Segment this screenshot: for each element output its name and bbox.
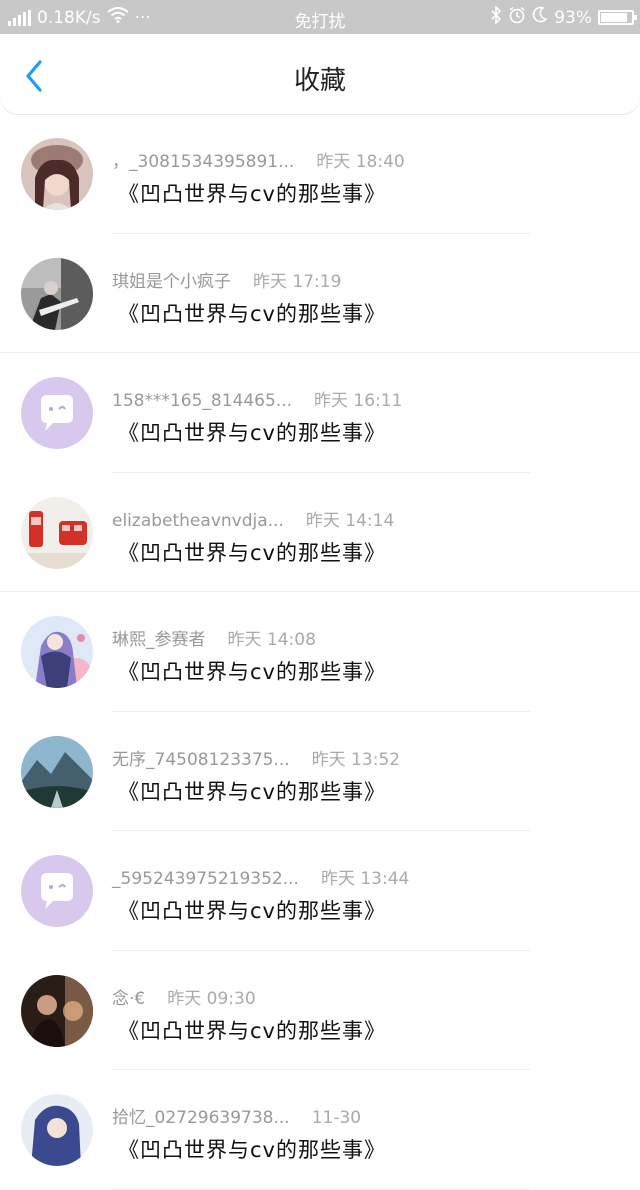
timestamp: 昨天 13:44	[320, 869, 410, 889]
list-item[interactable]: elizabetheavnvdja... 昨天 14:14 《凹凸世界与cv的那些…	[0, 473, 640, 593]
username: 无序_74508123375...	[112, 749, 290, 770]
list-item[interactable]: _595243975219352... 昨天 13:44 《凹凸世界与cv的那些事…	[0, 831, 640, 951]
item-meta: 念·€ 昨天 09:30	[112, 984, 256, 1009]
list-item[interactable]: 念·€ 昨天 09:30 《凹凸世界与cv的那些事》	[0, 951, 640, 1071]
username: 拾忆_02729639738...	[112, 1108, 290, 1128]
book-title[interactable]: 《凹凸世界与cv的那些事》	[118, 537, 386, 567]
item-meta: _595243975219352... 昨天 13:44	[112, 864, 409, 889]
avatar[interactable]	[21, 496, 93, 569]
header-bar: 收藏	[0, 34, 640, 114]
book-title[interactable]: 《凹凸世界与cv的那些事》	[118, 776, 386, 806]
page-title: 收藏	[293, 66, 346, 96]
item-meta: ，_3081534395891... 昨天 18:40	[112, 147, 405, 172]
status-bar: 0.18K/s ··· 免打扰 93%	[0, 0, 640, 34]
timestamp: 昨天 18:40	[316, 152, 405, 172]
avatar[interactable]	[21, 974, 93, 1047]
item-meta: 拾忆_02729639738... 11-30	[112, 1103, 361, 1128]
avatar[interactable]	[21, 1094, 93, 1166]
list-item[interactable]: 158***165_814465... 昨天 16:11 《凹凸世界与cv的那些事…	[0, 353, 640, 473]
item-meta: elizabetheavnvdja... 昨天 14:14	[112, 506, 394, 531]
battery-percent: 93%	[554, 7, 592, 28]
avatar[interactable]	[21, 138, 93, 210]
item-meta: 琳熙_参赛者 昨天 14:08	[112, 625, 316, 650]
username: 琳熙_参赛者	[112, 630, 206, 650]
favorites-list: ，_3081534395891... 昨天 18:40 《凹凸世界与cv的那些事》…	[0, 114, 640, 1190]
avatar[interactable]	[21, 616, 93, 688]
bluetooth-icon	[490, 5, 502, 29]
username: 念·€	[112, 988, 146, 1009]
avatar[interactable]	[21, 377, 93, 449]
battery-icon	[598, 10, 637, 25]
timestamp: 昨天 14:08	[227, 630, 316, 650]
book-title[interactable]: 《凹凸世界与cv的那些事》	[118, 178, 386, 208]
username: 158***165_814465...	[112, 391, 293, 411]
timestamp: 昨天 17:19	[253, 271, 342, 292]
timestamp: 昨天 09:30	[167, 988, 256, 1009]
list-item[interactable]: 无序_74508123375... 昨天 13:52 《凹凸世界与cv的那些事》	[0, 712, 640, 832]
avatar[interactable]	[21, 855, 93, 927]
alarm-icon	[508, 6, 526, 29]
item-meta: 琪姐是个小疯子 昨天 17:19	[112, 267, 341, 292]
moon-icon	[532, 6, 548, 29]
list-item[interactable]: 琪姐是个小疯子 昨天 17:19 《凹凸世界与cv的那些事》	[0, 234, 640, 354]
list-item[interactable]: 拾忆_02729639738... 11-30 《凹凸世界与cv的那些事》	[0, 1070, 640, 1190]
username: ，_3081534395891...	[112, 152, 295, 172]
book-title[interactable]: 《凹凸世界与cv的那些事》	[118, 1015, 386, 1045]
list-item[interactable]: 琳熙_参赛者 昨天 14:08 《凹凸世界与cv的那些事》	[0, 592, 640, 712]
item-meta: 无序_74508123375... 昨天 13:52	[112, 745, 400, 770]
book-title[interactable]: 《凹凸世界与cv的那些事》	[118, 298, 386, 328]
timestamp: 昨天 16:11	[314, 391, 403, 411]
avatar[interactable]	[21, 735, 93, 808]
timestamp: 昨天 14:14	[305, 510, 395, 531]
timestamp: 11-30	[311, 1108, 362, 1128]
item-meta: 158***165_814465... 昨天 16:11	[112, 386, 402, 411]
battery-fill	[601, 13, 627, 22]
username: _595243975219352...	[112, 869, 299, 889]
username: elizabetheavnvdja...	[112, 510, 284, 531]
book-title[interactable]: 《凹凸世界与cv的那些事》	[118, 656, 386, 686]
username: 琪姐是个小疯子	[112, 271, 231, 292]
book-title[interactable]: 《凹凸世界与cv的那些事》	[118, 417, 386, 447]
timestamp: 昨天 13:52	[311, 749, 401, 770]
book-title[interactable]: 《凹凸世界与cv的那些事》	[118, 895, 386, 925]
book-title[interactable]: 《凹凸世界与cv的那些事》	[118, 1134, 386, 1164]
status-right: 93%	[490, 5, 637, 29]
avatar[interactable]	[21, 257, 93, 330]
list-item[interactable]: ，_3081534395891... 昨天 18:40 《凹凸世界与cv的那些事》	[0, 114, 640, 234]
